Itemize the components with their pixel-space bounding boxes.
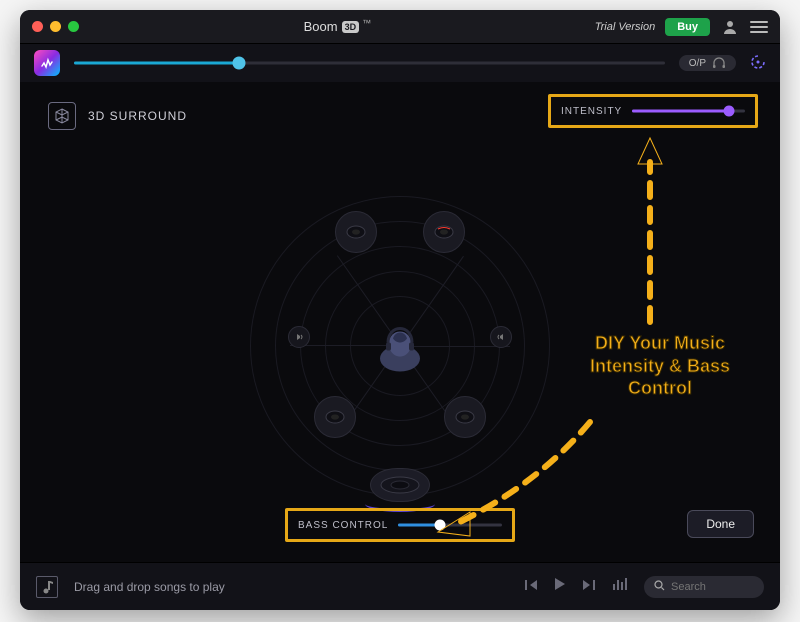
prev-track-button[interactable] [524, 578, 538, 596]
footer-hint: Drag and drop songs to play [74, 580, 508, 594]
window-controls [32, 21, 79, 32]
surround-visualization [250, 196, 550, 496]
output-selector[interactable]: O/P [679, 55, 736, 71]
refresh-icon[interactable] [750, 54, 766, 73]
next-track-button[interactable] [582, 578, 596, 596]
bass-control-highlighted: BASS CONTROL [285, 508, 515, 542]
intensity-slider[interactable] [632, 105, 745, 117]
search-input[interactable] [671, 581, 751, 593]
intensity-label: INTENSITY [561, 106, 622, 117]
bass-thumb[interactable] [434, 520, 445, 531]
app-window: Boom 3D ™ Trial Version Buy O/P [20, 10, 780, 610]
toolbar: O/P [20, 44, 780, 82]
subwoofer[interactable] [370, 468, 430, 502]
mode-label: 3D SURROUND [88, 109, 187, 123]
cube-3d-icon[interactable] [48, 102, 76, 130]
trial-version-label: Trial Version [595, 21, 656, 33]
speaker-side-right[interactable] [490, 326, 512, 348]
speaker-side-left[interactable] [288, 326, 310, 348]
intensity-thumb[interactable] [724, 106, 735, 117]
music-note-icon[interactable] [36, 576, 58, 598]
speaker-front-right[interactable] [423, 211, 465, 253]
output-label: O/P [689, 58, 706, 69]
maximize-window-button[interactable] [68, 21, 79, 32]
headphones-icon [712, 57, 726, 69]
boom-logo-icon[interactable] [34, 50, 60, 76]
minimize-window-button[interactable] [50, 21, 61, 32]
transport-controls [524, 577, 596, 596]
app-name: Boom [304, 19, 338, 34]
menu-icon[interactable] [750, 21, 768, 33]
footer: Drag and drop songs to play [20, 562, 780, 610]
account-icon[interactable] [720, 17, 740, 37]
intensity-control-highlighted: INTENSITY [548, 94, 758, 128]
annotation-text: DIY Your Music Intensity & Bass Control [580, 332, 740, 400]
listener-avatar-icon [375, 319, 425, 374]
bass-slider[interactable] [398, 519, 502, 531]
main-volume-slider[interactable] [74, 56, 665, 70]
bass-label: BASS CONTROL [298, 520, 388, 531]
app-title: Boom 3D ™ [79, 19, 595, 34]
slider-thumb[interactable] [233, 57, 246, 70]
buy-button[interactable]: Buy [665, 18, 710, 36]
titlebar-right: Trial Version Buy [595, 17, 768, 37]
speaker-rear-right[interactable] [444, 396, 486, 438]
slider-fill [74, 62, 239, 65]
content-area: 3D SURROUND INTENSITY [20, 82, 780, 562]
speaker-rear-left[interactable] [314, 396, 356, 438]
trademark-symbol: ™ [362, 18, 371, 28]
annotation-arrow-up [630, 132, 670, 332]
app-suffix-badge: 3D [342, 21, 360, 33]
equalizer-icon[interactable] [612, 577, 628, 596]
done-button[interactable]: Done [687, 510, 754, 538]
play-button[interactable] [554, 577, 566, 596]
titlebar: Boom 3D ™ Trial Version Buy [20, 10, 780, 44]
close-window-button[interactable] [32, 21, 43, 32]
search-field[interactable] [644, 576, 764, 598]
speaker-front-left[interactable] [335, 211, 377, 253]
search-icon [654, 580, 665, 594]
